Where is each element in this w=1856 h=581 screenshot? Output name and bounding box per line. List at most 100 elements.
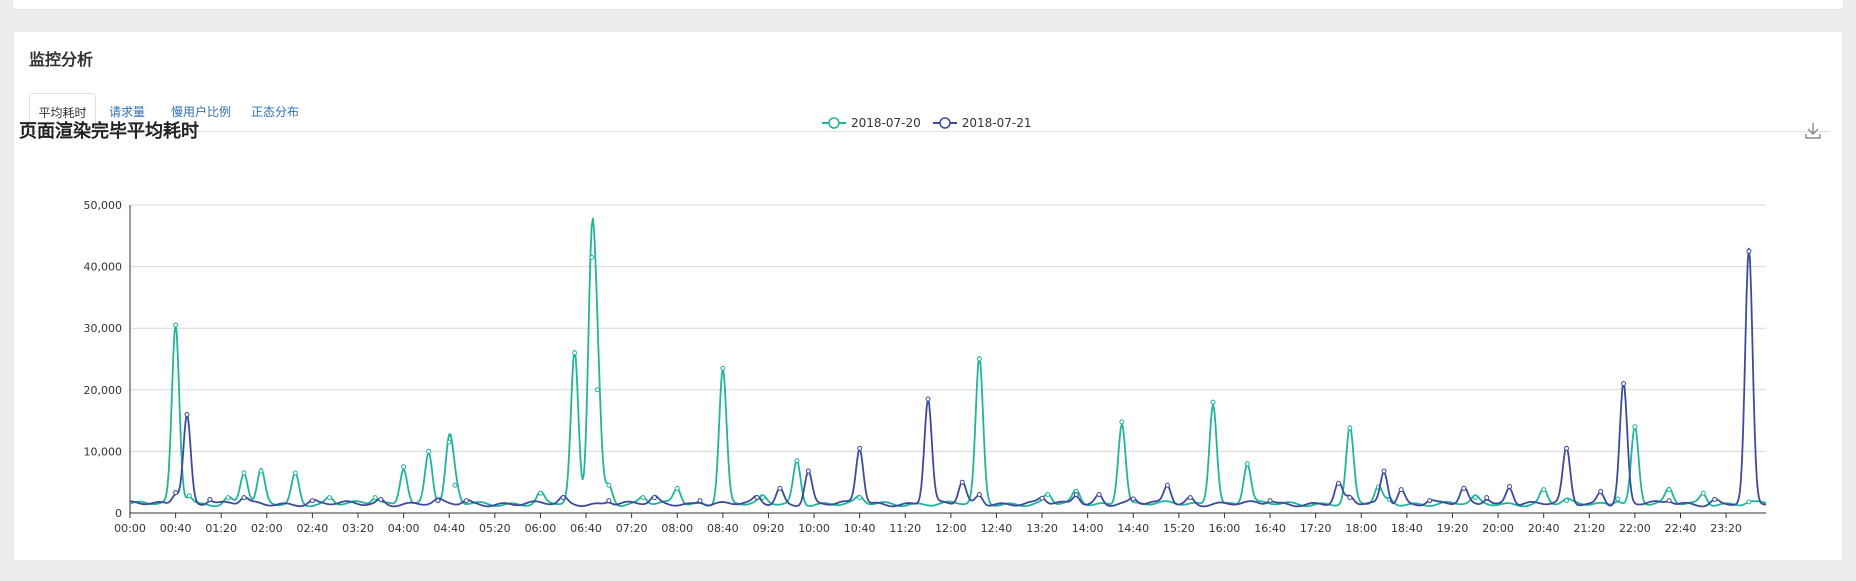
series-1-peak-point (452, 482, 458, 488)
x-tick-label: 14:40 (1117, 522, 1149, 535)
x-tick-label: 11:20 (889, 522, 921, 535)
x-tick-label: 07:20 (616, 522, 648, 535)
x-tick-label: 12:40 (981, 522, 1013, 535)
series-2-peak-point (651, 495, 657, 501)
x-tick-label: 21:20 (1573, 522, 1605, 535)
series-2-peak-point (207, 496, 213, 502)
x-tick-label: 15:20 (1163, 522, 1195, 535)
y-tick-label: 0 (115, 507, 122, 520)
series-2-peak-point (435, 498, 441, 504)
series-1-peak-point (327, 495, 333, 501)
series-2-peak-point (1381, 468, 1387, 474)
series-1-peak-point (857, 495, 863, 501)
series-1-peak-point (1632, 424, 1638, 430)
x-tick-label: 23:20 (1710, 522, 1742, 535)
series-1-peak-point (1746, 499, 1752, 505)
series-2-peak-point (805, 468, 811, 474)
series-1-peak-point (1472, 495, 1478, 501)
series-2-peak-point (1398, 487, 1404, 493)
series-1-peak-point (446, 439, 452, 445)
series-1-peak-point (537, 490, 543, 496)
series-1-peak-point (1347, 425, 1353, 431)
series-1-peak-point (606, 482, 612, 488)
series-2-peak-point (241, 495, 247, 501)
x-tick-label: 01:20 (205, 522, 237, 535)
series-2-peak-point (1712, 496, 1718, 502)
series-2-peak-point (463, 498, 469, 504)
x-tick-label: 20:40 (1528, 522, 1560, 535)
x-tick-label: 20:00 (1482, 522, 1514, 535)
x-tick-label: 08:00 (661, 522, 693, 535)
series-2-peak-point (1130, 496, 1136, 502)
x-tick-label: 18:00 (1345, 522, 1377, 535)
series-1-peak-point (186, 493, 192, 499)
series-2-peak-point (925, 396, 931, 402)
series-1-peak-point (1615, 496, 1621, 502)
series-2-peak-point (1347, 495, 1353, 501)
x-tick-label: 10:00 (798, 522, 830, 535)
x-tick-label: 08:40 (707, 522, 739, 535)
series-2-peak-point (560, 495, 566, 501)
series-2-peak-point (777, 485, 783, 491)
series-1-peak-point (372, 495, 378, 501)
series-1-peak-point (1563, 498, 1569, 504)
y-tick-label: 20,000 (84, 384, 123, 397)
series-1-peak-point (1541, 487, 1547, 493)
series-1-peak-point (1244, 461, 1250, 467)
series-line-2 (129, 247, 1766, 508)
y-tick-label: 30,000 (84, 322, 123, 335)
series-1-peak-point (1700, 490, 1706, 496)
x-tick-label: 00:40 (160, 522, 192, 535)
series-1-peak-point (1210, 399, 1216, 405)
series-1-peak-point (640, 495, 646, 501)
series-2-peak-point (1563, 445, 1569, 451)
y-tick-label: 10,000 (84, 445, 123, 458)
x-tick-label: 16:40 (1254, 522, 1286, 535)
y-tick-label: 40,000 (84, 261, 123, 274)
x-tick-label: 00:00 (114, 522, 146, 535)
x-tick-label: 13:20 (1026, 522, 1058, 535)
series-2-peak-point (309, 498, 315, 504)
series-1-peak-point (674, 485, 680, 491)
series-1-peak-point (976, 356, 982, 362)
series-2-peak-point (697, 498, 703, 504)
series-2-peak-point (606, 498, 612, 504)
series-2-peak-point (1096, 492, 1102, 498)
series-2-peak-point (976, 492, 982, 498)
series-1-peak-point (589, 254, 595, 260)
series-1-peak-point (1119, 419, 1125, 425)
x-tick-label: 16:00 (1209, 522, 1241, 535)
series-2-peak-point (1484, 495, 1490, 501)
series-2-peak-point (857, 445, 863, 451)
x-tick-label: 18:40 (1391, 522, 1423, 535)
series-1-peak-point (241, 470, 247, 476)
series-2-peak-point (1620, 381, 1626, 387)
series-2-peak-point (1039, 495, 1045, 501)
series-line-1 (129, 217, 1767, 508)
x-tick-label: 09:20 (753, 522, 785, 535)
series-2-peak-point (1427, 498, 1433, 504)
series-1-peak-point (720, 365, 726, 371)
x-tick-label: 22:40 (1665, 522, 1697, 535)
x-tick-label: 14:00 (1072, 522, 1104, 535)
series-1-peak-point (426, 448, 432, 454)
series-1-peak-point (594, 387, 600, 393)
series-1-peak-point (258, 468, 264, 474)
x-tick-label: 02:40 (297, 522, 329, 535)
series-1-peak-point (292, 470, 298, 476)
series-1-peak-point (1045, 492, 1051, 498)
series-2-peak-point (959, 479, 965, 485)
series-2-peak-point (1335, 480, 1341, 486)
series-1-peak-point (225, 495, 231, 501)
x-tick-label: 04:40 (433, 522, 465, 535)
series-2-peak-point (378, 496, 384, 502)
series-2-peak-point (1746, 248, 1752, 254)
x-tick-label: 02:00 (251, 522, 283, 535)
x-tick-label: 05:20 (479, 522, 511, 535)
series-2-peak-point (1598, 488, 1604, 494)
x-tick-label: 03:20 (342, 522, 374, 535)
series-2-peak-point (1506, 484, 1512, 490)
series-1-peak-point (572, 350, 578, 356)
series-1-peak-point (401, 464, 407, 470)
series-2-peak-point (1666, 498, 1672, 504)
